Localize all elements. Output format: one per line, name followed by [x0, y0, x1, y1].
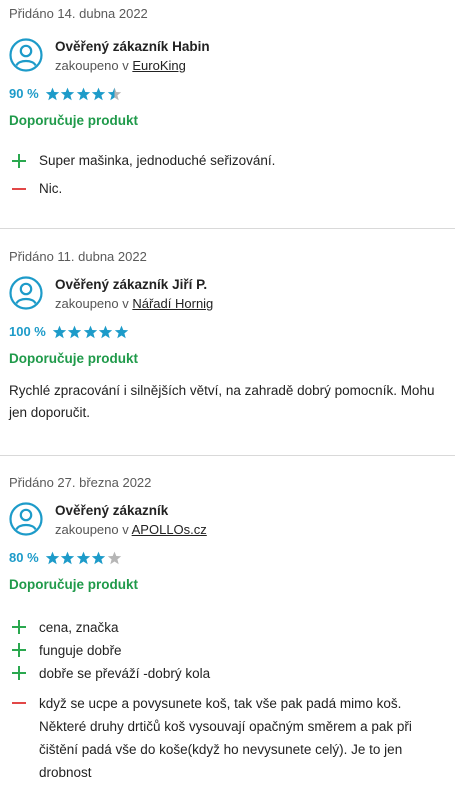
- con-text: když se ucpe a povysunete koš, tak vše p…: [39, 696, 412, 780]
- con-text: Nic.: [39, 181, 63, 196]
- recommend-label: Doporučuje produkt: [9, 113, 138, 128]
- shop-link[interactable]: EuroKing: [132, 58, 185, 73]
- review-card: Přidáno 11. dubna 2022 Ověřený zákazník …: [0, 229, 455, 456]
- pros-list: Super mašinka, jednoduché seřizování.: [9, 150, 445, 172]
- rating-percent: 80 %: [9, 550, 39, 565]
- star-rating: [45, 87, 123, 101]
- user-avatar-icon: [9, 276, 43, 310]
- purchase-info: zakoupeno v APOLLOs.cz: [55, 520, 207, 540]
- star-icon: [76, 87, 90, 100]
- author-name: Ověřený zákazník Habin: [55, 39, 210, 54]
- minus-icon: [9, 178, 39, 200]
- star-icon: [99, 325, 113, 338]
- con-item: Nic.: [9, 178, 445, 200]
- rating: 80 %: [9, 550, 445, 565]
- review-card: Přidáno 27. března 2022 Ověřený zákazník…: [0, 456, 455, 792]
- cons-list: Nic.: [9, 178, 445, 200]
- review-author: Ověřený zákazník Habin zakoupeno v EuroK…: [9, 38, 445, 76]
- star-icon: [68, 325, 82, 338]
- rating: 100 %: [9, 324, 445, 339]
- star-icon: [76, 551, 90, 564]
- user-avatar-icon: [9, 502, 43, 536]
- plus-icon: [9, 639, 39, 661]
- plus-icon: [9, 150, 39, 172]
- review-date: Přidáno 14. dubna 2022: [9, 6, 148, 21]
- author-name: Ověřený zákazník Jiří P.: [55, 277, 208, 292]
- pro-text: funguje dobře: [39, 643, 122, 658]
- pro-item: funguje dobře: [9, 639, 445, 662]
- star-icon: [45, 551, 59, 564]
- star-rating: [45, 551, 123, 565]
- star-icon: [91, 551, 106, 564]
- pro-item: cena, značka: [9, 616, 445, 639]
- pro-text: cena, značka: [39, 620, 119, 635]
- shop-link[interactable]: Nářadí Hornig: [132, 296, 213, 311]
- star-icon: [107, 551, 121, 564]
- purchase-prefix: zakoupeno v: [55, 58, 129, 73]
- star-icon: [83, 325, 98, 338]
- star-icon: [107, 87, 121, 100]
- recommend-label: Doporučuje produkt: [9, 577, 138, 592]
- review-author: Ověřený zákazník Jiří P. zakoupeno v Nář…: [9, 276, 445, 314]
- star-icon: [114, 325, 129, 338]
- rating-percent: 90 %: [9, 86, 39, 101]
- star-icon: [60, 87, 75, 100]
- review-author: Ověřený zákazník zakoupeno v APOLLOs.cz: [9, 502, 445, 540]
- pro-text: Super mašinka, jednoduché seřizování.: [39, 153, 276, 168]
- rating-percent: 100 %: [9, 324, 46, 339]
- purchase-prefix: zakoupeno v: [55, 296, 129, 311]
- star-icon: [91, 87, 106, 100]
- plus-icon: [9, 662, 39, 684]
- star-icon: [60, 551, 75, 564]
- pros-list: cena, značka funguje dobře dobře se přev…: [9, 616, 445, 685]
- purchase-info: zakoupeno v EuroKing: [55, 56, 210, 76]
- con-item: když se ucpe a povysunete koš, tak vše p…: [9, 692, 445, 784]
- minus-icon: [9, 692, 39, 714]
- purchase-prefix: zakoupeno v: [55, 522, 129, 537]
- author-name: Ověřený zákazník: [55, 503, 169, 518]
- review-date: Přidáno 11. dubna 2022: [9, 249, 147, 264]
- review-date: Přidáno 27. března 2022: [9, 475, 152, 490]
- review-text: Rychlé zpracování i silnějších větví, na…: [9, 383, 435, 420]
- rating: 90 %: [9, 86, 445, 101]
- review-card: Přidáno 14. dubna 2022 Ověřený zákazník …: [0, 0, 455, 229]
- star-icon: [52, 325, 67, 338]
- user-avatar-icon: [9, 38, 43, 72]
- star-icon: [45, 87, 59, 100]
- shop-link[interactable]: APOLLOs.cz: [132, 522, 207, 537]
- cons-list: když se ucpe a povysunete koš, tak vše p…: [9, 692, 445, 784]
- plus-icon: [9, 616, 39, 638]
- pro-item: dobře se převáží -dobrý kola: [9, 662, 445, 685]
- star-rating: [52, 325, 130, 339]
- pro-item: Super mašinka, jednoduché seřizování.: [9, 150, 445, 172]
- recommend-label: Doporučuje produkt: [9, 351, 138, 366]
- purchase-info: zakoupeno v Nářadí Hornig: [55, 294, 213, 314]
- pro-text: dobře se převáží -dobrý kola: [39, 666, 211, 681]
